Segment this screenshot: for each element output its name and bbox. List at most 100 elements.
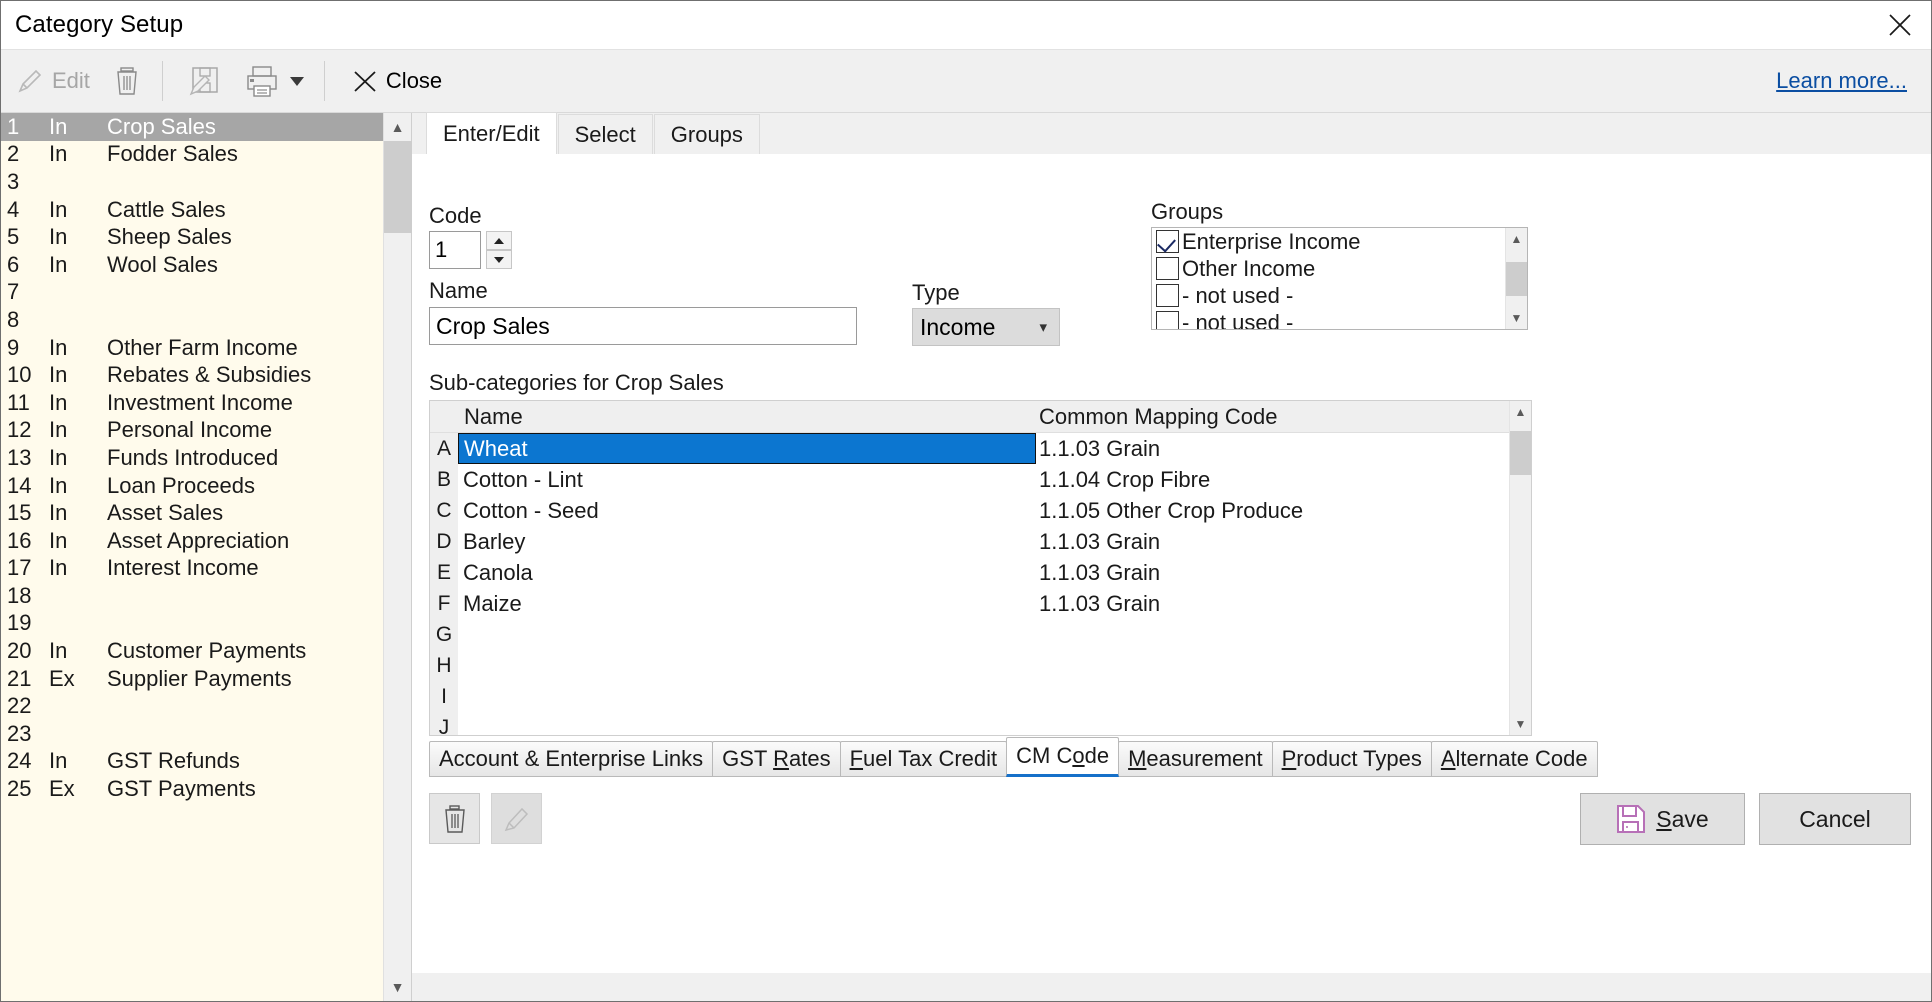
grid-scrollbar[interactable]: ▲ ▼ (1509, 401, 1531, 735)
category-row[interactable]: 12 In Personal Income (1, 417, 383, 445)
subcategory-row[interactable]: G (430, 619, 1509, 650)
category-row[interactable]: 16 In Asset Appreciation (1, 527, 383, 555)
category-row[interactable]: 22 (1, 692, 383, 720)
tab-enter-edit[interactable]: Enter/Edit (426, 112, 557, 154)
save-edit-button[interactable] (181, 55, 231, 107)
category-row[interactable]: 2 In Fodder Sales (1, 141, 383, 169)
category-row[interactable]: 10 In Rebates & Subsidies (1, 361, 383, 389)
subcategory-row[interactable]: I (430, 681, 1509, 712)
subcategory-name[interactable] (458, 712, 1036, 735)
subcategory-row[interactable]: D Barley 1.1.03 Grain (430, 526, 1509, 557)
detail-tab-fuel-tax-credit[interactable]: Fuel Tax Credit (839, 741, 1008, 777)
subcategory-cmc[interactable]: 1.1.03 Grain (1036, 560, 1160, 586)
learn-more-link[interactable]: Learn more... (1776, 68, 1907, 94)
cancel-button[interactable]: Cancel (1759, 793, 1911, 845)
subcategories-grid[interactable]: Name Common Mapping Code A Wheat 1.1.03 Gr… (429, 400, 1532, 736)
category-row[interactable]: 5 In Sheep Sales (1, 223, 383, 251)
close-button[interactable]: Close (343, 55, 450, 107)
scroll-up-icon[interactable]: ▲ (1510, 401, 1532, 423)
code-stepper[interactable] (486, 231, 512, 269)
subcategory-name[interactable]: Canola (458, 557, 1036, 588)
category-row[interactable]: 15 In Asset Sales (1, 499, 383, 527)
category-row[interactable]: 13 In Funds Introduced (1, 444, 383, 472)
tab-groups[interactable]: Groups (653, 114, 760, 154)
type-select[interactable]: Income ▾ (912, 308, 1060, 346)
category-row[interactable]: 21 Ex Supplier Payments (1, 665, 383, 693)
category-row[interactable]: 9 In Other Farm Income (1, 334, 383, 362)
subcategory-name[interactable]: Barley (458, 526, 1036, 557)
scrollbar-thumb[interactable] (1510, 431, 1531, 475)
category-list[interactable]: 1 In Crop Sales 2 In Fodder Sales 3 4 In Cattle S… (1, 113, 383, 1001)
tab-select[interactable]: Select (557, 114, 653, 154)
window-close-button[interactable] (1869, 1, 1931, 49)
code-increment-icon[interactable] (486, 231, 512, 250)
groups-scrollbar[interactable]: ▲ ▼ (1505, 228, 1527, 329)
scrollbar-thumb[interactable] (1506, 262, 1527, 296)
save-button[interactable]: Save (1580, 793, 1745, 845)
name-input[interactable] (429, 307, 857, 345)
groups-checkbox-list[interactable]: Enterprise Income Other Income - not used … (1151, 227, 1528, 330)
detail-tab-product-types[interactable]: Product Types (1271, 741, 1432, 777)
subcategory-row[interactable]: F Maize 1.1.03 Grain (430, 588, 1509, 619)
code-decrement-icon[interactable] (486, 250, 512, 269)
subcategory-row[interactable]: E Canola 1.1.03 Grain (430, 557, 1509, 588)
edit-button[interactable]: Edit (7, 55, 98, 107)
detail-tab-cm-code[interactable]: CM Code (1006, 737, 1120, 777)
subcategory-row[interactable]: C Cotton - Seed 1.1.05 Other Crop Produce (430, 495, 1509, 526)
subcategory-name[interactable]: Wheat (458, 433, 1036, 464)
category-row[interactable]: 24 In GST Refunds (1, 748, 383, 776)
subcategory-cmc[interactable]: 1.1.03 Grain (1036, 529, 1160, 555)
category-row[interactable]: 8 (1, 306, 383, 334)
scrollbar-track[interactable] (1510, 423, 1531, 713)
category-row[interactable]: 4 In Cattle Sales (1, 196, 383, 224)
group-checkbox-row[interactable]: Enterprise Income (1152, 228, 1505, 255)
delete-button[interactable] (104, 55, 150, 107)
category-row[interactable]: 23 (1, 720, 383, 748)
category-row[interactable]: 19 (1, 610, 383, 638)
subcategory-name[interactable]: Maize (458, 588, 1036, 619)
subcategory-name[interactable]: Cotton - Seed (458, 495, 1036, 526)
scroll-up-icon[interactable]: ▲ (1506, 228, 1528, 250)
checkbox-unchecked-icon[interactable] (1156, 257, 1179, 280)
chevron-down-icon[interactable] (289, 76, 304, 86)
subcategory-name[interactable]: Cotton - Lint (458, 464, 1036, 495)
category-row[interactable]: 18 (1, 582, 383, 610)
group-checkbox-row[interactable]: Other Income (1152, 255, 1505, 282)
scrollbar-track[interactable] (384, 141, 412, 973)
subcategory-name[interactable] (458, 619, 1036, 650)
category-row[interactable]: 6 In Wool Sales (1, 251, 383, 279)
scroll-down-icon[interactable]: ▼ (1510, 713, 1532, 735)
category-list-scrollbar[interactable]: ▲ ▼ (383, 113, 412, 1001)
category-row[interactable]: 7 (1, 279, 383, 307)
scroll-down-icon[interactable]: ▼ (1506, 307, 1528, 329)
edit-subcategory-button[interactable] (491, 793, 542, 844)
checkbox-unchecked-icon[interactable] (1156, 311, 1179, 329)
code-input[interactable] (429, 231, 481, 269)
detail-tab-account-enterprise-links[interactable]: Account & Enterprise Links (429, 741, 714, 777)
checkbox-unchecked-icon[interactable] (1156, 284, 1179, 307)
scroll-up-icon[interactable]: ▲ (384, 113, 412, 141)
detail-tab-measurement[interactable]: Measurement (1118, 741, 1273, 777)
subcategory-row[interactable]: B Cotton - Lint 1.1.04 Crop Fibre (430, 464, 1509, 495)
subcategory-name[interactable] (458, 650, 1036, 681)
subcategory-name[interactable] (458, 681, 1036, 712)
scrollbar-track[interactable] (1506, 250, 1527, 307)
group-checkbox-row[interactable]: - not used - (1152, 282, 1505, 309)
detail-tab-gst-rates[interactable]: GST Rates (712, 741, 841, 777)
scroll-down-icon[interactable]: ▼ (384, 973, 412, 1001)
group-checkbox-row[interactable]: - not used - (1152, 309, 1505, 329)
subcategory-row[interactable]: A Wheat 1.1.03 Grain (430, 433, 1509, 464)
checkbox-checked-icon[interactable] (1156, 230, 1179, 253)
subcategory-cmc[interactable]: 1.1.03 Grain (1036, 591, 1160, 617)
delete-subcategory-button[interactable] (429, 793, 480, 844)
subcategory-cmc[interactable]: 1.1.03 Grain (1036, 436, 1160, 462)
category-row[interactable]: 20 In Customer Payments (1, 637, 383, 665)
category-row[interactable]: 1 In Crop Sales (1, 113, 383, 141)
print-button[interactable] (237, 55, 312, 107)
subcategory-cmc[interactable]: 1.1.05 Other Crop Produce (1036, 498, 1303, 524)
subcategory-row[interactable]: H (430, 650, 1509, 681)
category-row[interactable]: 11 In Investment Income (1, 389, 383, 417)
category-row[interactable]: 25 Ex GST Payments (1, 775, 383, 803)
category-row[interactable]: 14 In Loan Proceeds (1, 472, 383, 500)
subcategory-cmc[interactable]: 1.1.04 Crop Fibre (1036, 467, 1210, 493)
